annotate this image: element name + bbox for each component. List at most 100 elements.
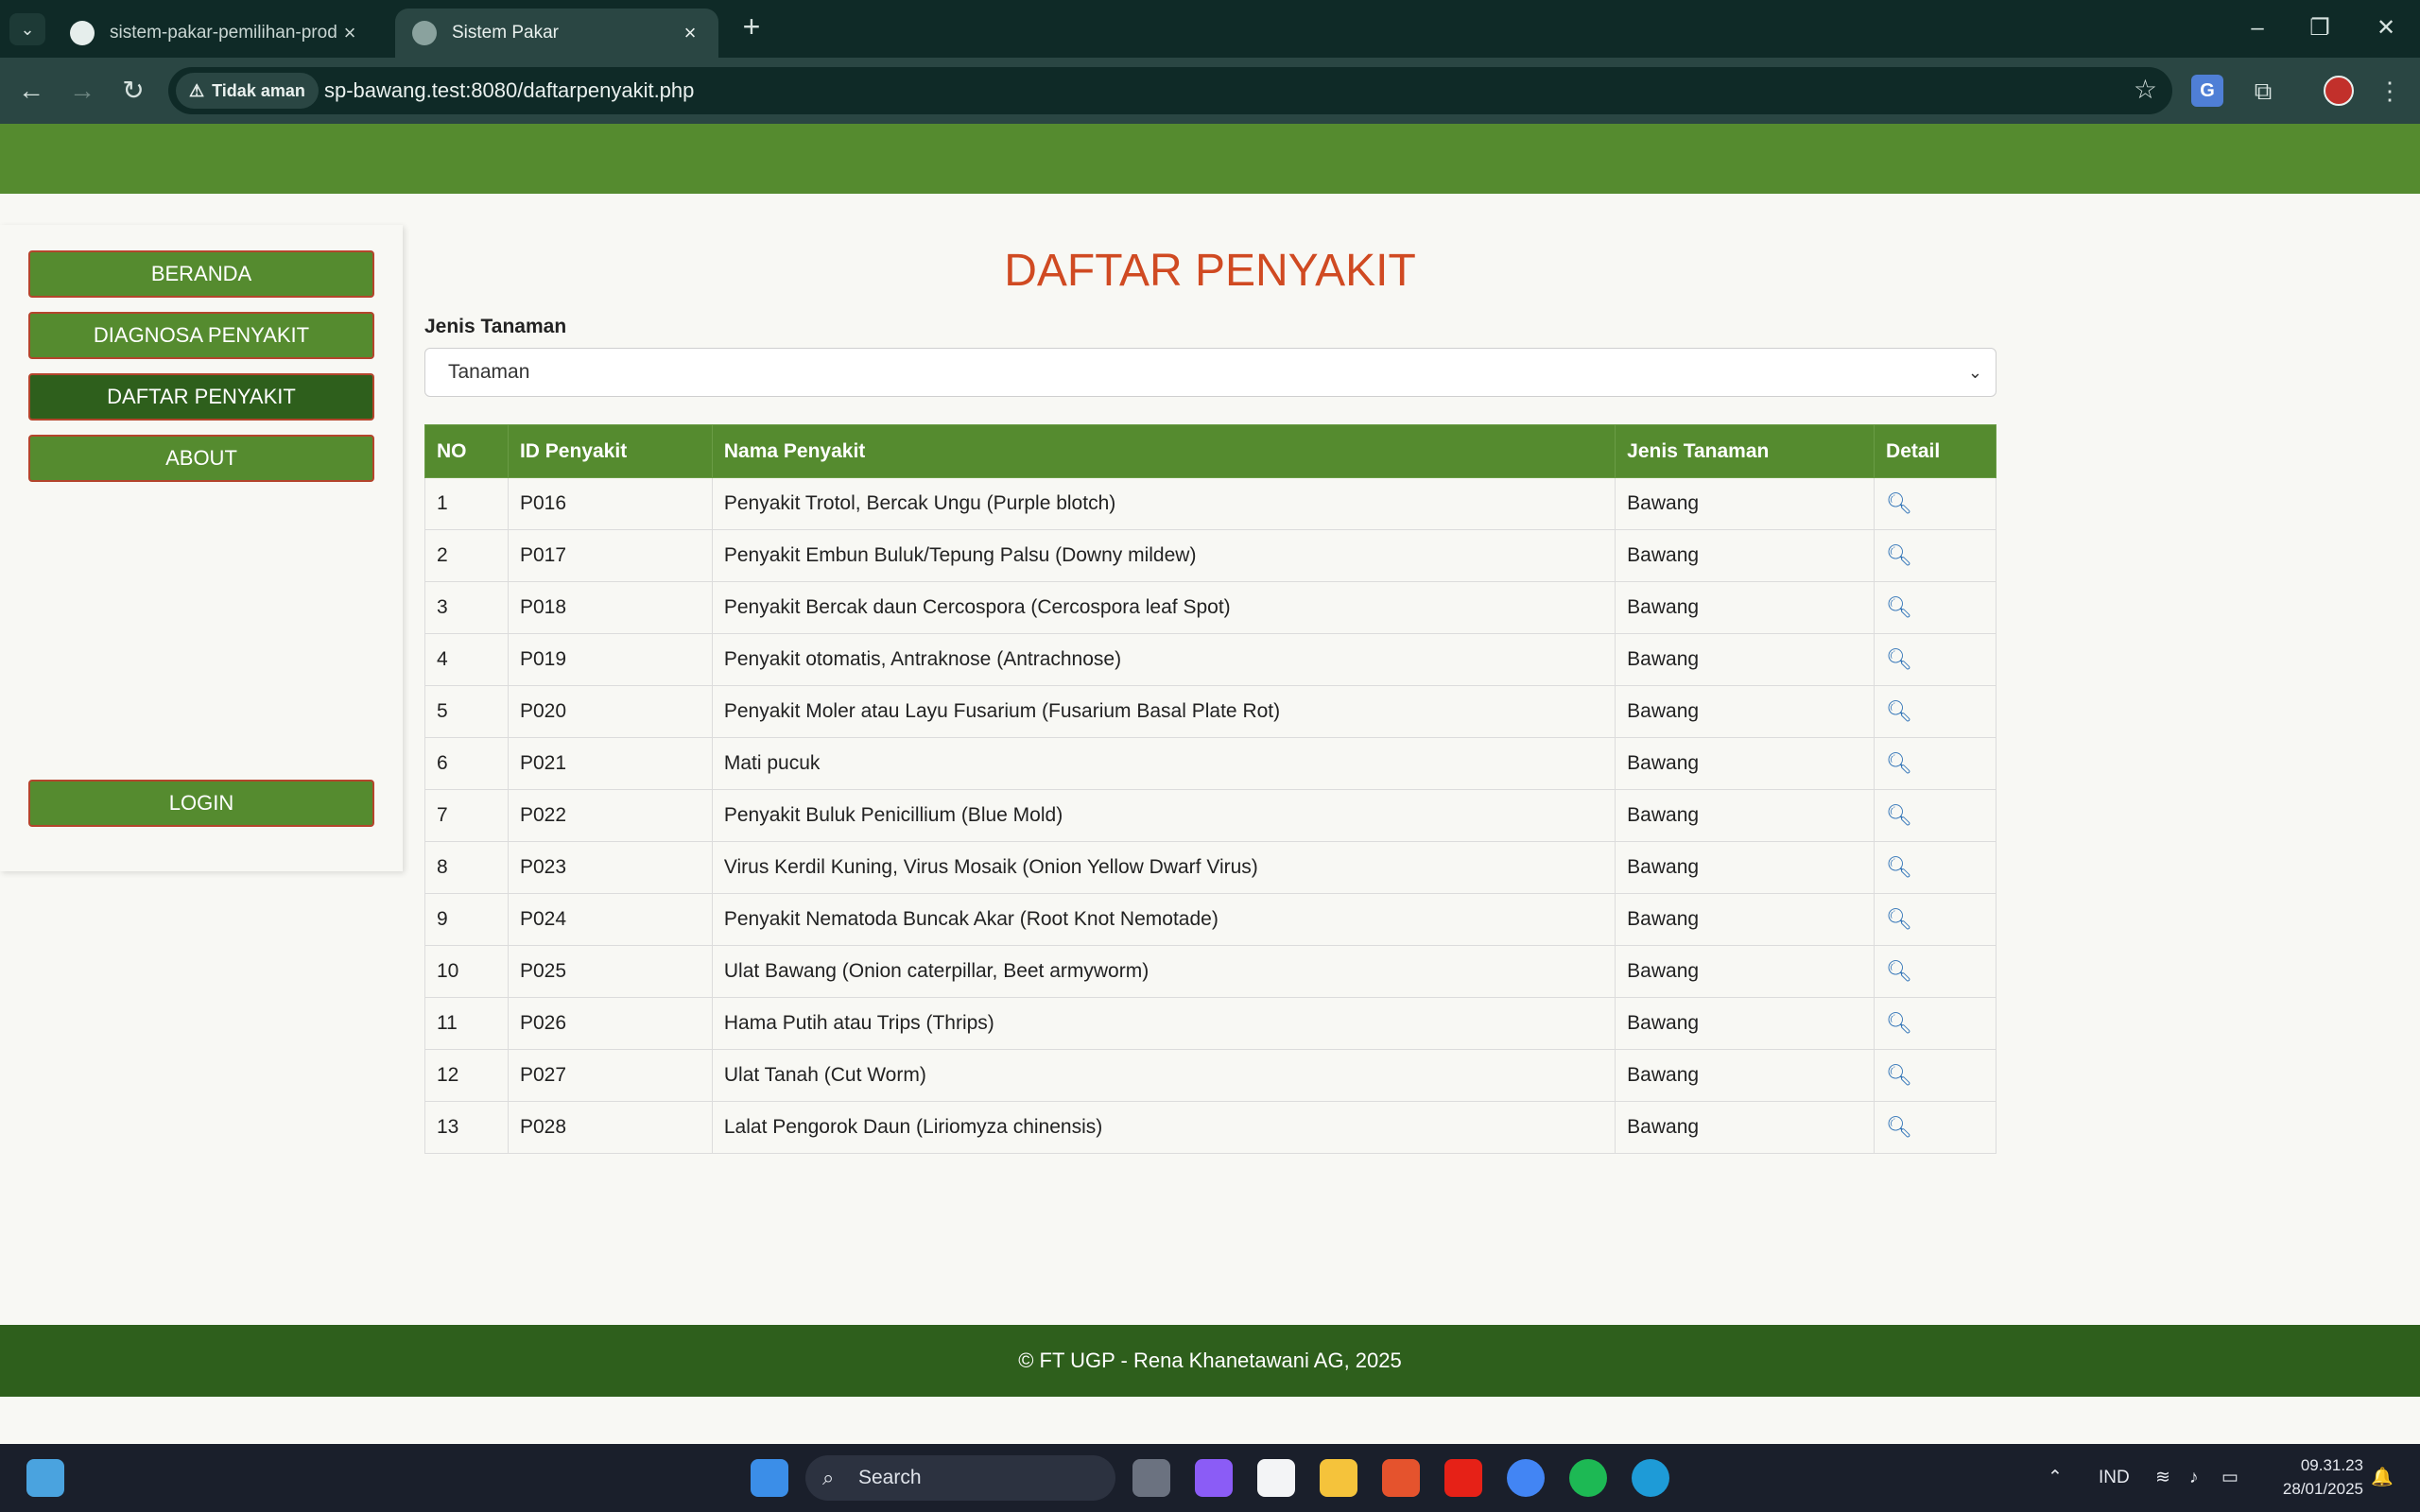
- sidebar-item-about[interactable]: ABOUT: [28, 435, 374, 482]
- cell-jenis: Bawang: [1615, 1049, 1876, 1102]
- cell-jenis: Bawang: [1615, 1101, 1876, 1154]
- cell-no: 12: [424, 1049, 509, 1102]
- restore-button[interactable]: ❐: [2291, 9, 2348, 47]
- table-row: 1 P016 Penyakit Trotol, Bercak Ungu (Purpl…: [424, 477, 1996, 530]
- cell-id: P028: [507, 1101, 713, 1154]
- cell-nama: Penyakit Nematoda Buncak Akar (Root Knot…: [711, 893, 1616, 946]
- magnifier-icon[interactable]: 🔍︎: [1886, 698, 1912, 725]
- sidebar-item-beranda[interactable]: BERANDA: [28, 250, 374, 298]
- sidebar-item-diagnosa-penyakit[interactable]: DIAGNOSA PENYAKIT: [28, 312, 374, 359]
- spotify-icon[interactable]: [1569, 1459, 1607, 1497]
- cell-nama: Mati pucuk: [711, 737, 1616, 790]
- magnifier-icon[interactable]: 🔍︎: [1886, 542, 1912, 569]
- cell-no: 10: [424, 945, 509, 998]
- widgets-icon[interactable]: [26, 1459, 64, 1497]
- youtube-icon[interactable]: [1444, 1459, 1482, 1497]
- reload-button[interactable]: ↻: [113, 71, 153, 111]
- cell-nama: Penyakit Bercak daun Cercospora (Cercosp…: [711, 581, 1616, 634]
- magnifier-icon[interactable]: 🔍︎: [1886, 802, 1912, 829]
- cell-jenis: Bawang: [1615, 737, 1876, 790]
- address-bar[interactable]: ⚠ Tidak aman sp-bawang.test:8080/daftarp…: [168, 67, 2172, 114]
- back-button[interactable]: ←: [11, 71, 51, 111]
- bookmark-star-icon[interactable]: ☆: [2134, 74, 2157, 105]
- security-chip[interactable]: ⚠ Tidak aman: [176, 73, 319, 109]
- cell-no: 5: [424, 685, 509, 738]
- cell-nama: Hama Putih atau Trips (Thrips): [711, 997, 1616, 1050]
- magnifier-icon[interactable]: 🔍︎: [1886, 1062, 1912, 1089]
- magnifier-icon[interactable]: 🔍︎: [1886, 750, 1912, 777]
- forward-button[interactable]: →: [62, 71, 102, 111]
- magnifier-icon[interactable]: 🔍︎: [1886, 854, 1912, 881]
- wifi-icon[interactable]: ≋: [2155, 1444, 2170, 1512]
- language-indicator[interactable]: IND: [2099, 1444, 2130, 1512]
- magnifier-icon[interactable]: 🔍︎: [1886, 490, 1912, 517]
- translate-icon[interactable]: G: [2191, 75, 2223, 107]
- shopee-icon[interactable]: [1382, 1459, 1420, 1497]
- browser-menu-icon[interactable]: ⋮: [2371, 72, 2409, 110]
- cell-jenis: Bawang: [1615, 633, 1876, 686]
- profile-avatar[interactable]: [2324, 76, 2354, 106]
- column-header-jenis: Jenis Tanaman: [1615, 424, 1876, 478]
- cell-jenis: Bawang: [1615, 841, 1876, 894]
- magnifier-icon[interactable]: 🔍︎: [1886, 1114, 1912, 1141]
- magnifier-icon[interactable]: 🔍︎: [1886, 906, 1912, 933]
- browser-tab-github[interactable]: sistem-pakar-pemilihan-prodi/I ×: [53, 9, 378, 58]
- tab-title: sistem-pakar-pemilihan-prodi/I: [110, 23, 338, 43]
- minimize-button[interactable]: –: [2229, 9, 2286, 47]
- task-view-icon[interactable]: [1132, 1459, 1170, 1497]
- magnifier-icon[interactable]: 🔍︎: [1886, 1010, 1912, 1037]
- cell-nama: Penyakit Trotol, Bercak Ungu (Purple blo…: [711, 477, 1616, 530]
- close-tab-icon[interactable]: ×: [338, 21, 361, 45]
- copilot-icon[interactable]: [1195, 1459, 1233, 1497]
- notification-bell-icon[interactable]: 🔔: [2371, 1444, 2394, 1512]
- table-row: 9 P024 Penyakit Nematoda Buncak Akar (Root…: [424, 893, 1996, 946]
- new-tab-button[interactable]: +: [735, 11, 768, 43]
- table-row: 4 P019 Penyakit otomatis, Antraknose (Antr…: [424, 633, 1996, 686]
- store-icon[interactable]: [1257, 1459, 1295, 1497]
- taskbar-search[interactable]: ⌕ Search: [805, 1455, 1115, 1501]
- cell-jenis: Bawang: [1615, 477, 1876, 530]
- table-header-row: NO ID Penyakit Nama Penyakit Jenis Tanam…: [424, 424, 1996, 478]
- magnifier-icon[interactable]: 🔍︎: [1886, 646, 1912, 673]
- browser-tab-bar: ⌄ sistem-pakar-pemilihan-prodi/I × Siste…: [0, 0, 2420, 58]
- cell-no: 2: [424, 529, 509, 582]
- extensions-icon[interactable]: ⧉: [2244, 72, 2282, 110]
- battery-icon[interactable]: ▭: [2221, 1444, 2238, 1512]
- cell-jenis: Bawang: [1615, 581, 1876, 634]
- browser-toolbar: ← → ↻ ⚠ Tidak aman sp-bawang.test:8080/d…: [0, 58, 2420, 124]
- cell-detail: 🔍︎: [1874, 581, 1996, 634]
- cell-no: 3: [424, 581, 509, 634]
- cell-no: 4: [424, 633, 509, 686]
- cell-no: 6: [424, 737, 509, 790]
- login-button[interactable]: LOGIN: [28, 780, 374, 827]
- magnifier-icon[interactable]: 🔍︎: [1886, 594, 1912, 621]
- file-explorer-icon[interactable]: [1320, 1459, 1357, 1497]
- sidebar-item-daftar-penyakit[interactable]: DAFTAR PENYAKIT: [28, 373, 374, 421]
- cell-no: 13: [424, 1101, 509, 1154]
- clock[interactable]: 09.31.23 28/01/2025: [2265, 1453, 2363, 1501]
- volume-icon[interactable]: ♪: [2189, 1444, 2199, 1512]
- search-placeholder: Search: [858, 1467, 922, 1488]
- browser-tab-sistem-pakar[interactable]: Sistem Pakar ×: [395, 9, 718, 58]
- cell-detail: 🔍︎: [1874, 841, 1996, 894]
- close-tab-icon[interactable]: ×: [679, 21, 701, 45]
- cell-detail: 🔍︎: [1874, 529, 1996, 582]
- filter-label: Jenis Tanaman: [424, 316, 567, 337]
- jenis-tanaman-select[interactable]: Tanaman ⌄: [424, 348, 1996, 397]
- url-text[interactable]: sp-bawang.test:8080/daftarpenyakit.php: [324, 78, 694, 103]
- chevron-up-icon[interactable]: ⌃: [2048, 1444, 2063, 1512]
- cell-detail: 🔍︎: [1874, 737, 1996, 790]
- cell-id: P016: [507, 477, 713, 530]
- edge-icon[interactable]: [1632, 1459, 1669, 1497]
- close-window-button[interactable]: ✕: [2358, 9, 2414, 47]
- table-row: 11 P026 Hama Putih atau Trips (Thrips) Bawa…: [424, 997, 1996, 1050]
- cell-detail: 🔍︎: [1874, 477, 1996, 530]
- cell-nama: Penyakit otomatis, Antraknose (Antrachno…: [711, 633, 1616, 686]
- start-icon[interactable]: [751, 1459, 788, 1497]
- cell-no: 9: [424, 893, 509, 946]
- magnifier-icon[interactable]: 🔍︎: [1886, 958, 1912, 985]
- tab-search-button[interactable]: ⌄: [9, 13, 45, 45]
- cell-nama: Penyakit Buluk Penicillium (Blue Mold): [711, 789, 1616, 842]
- cell-id: P020: [507, 685, 713, 738]
- chrome-icon[interactable]: [1507, 1459, 1545, 1497]
